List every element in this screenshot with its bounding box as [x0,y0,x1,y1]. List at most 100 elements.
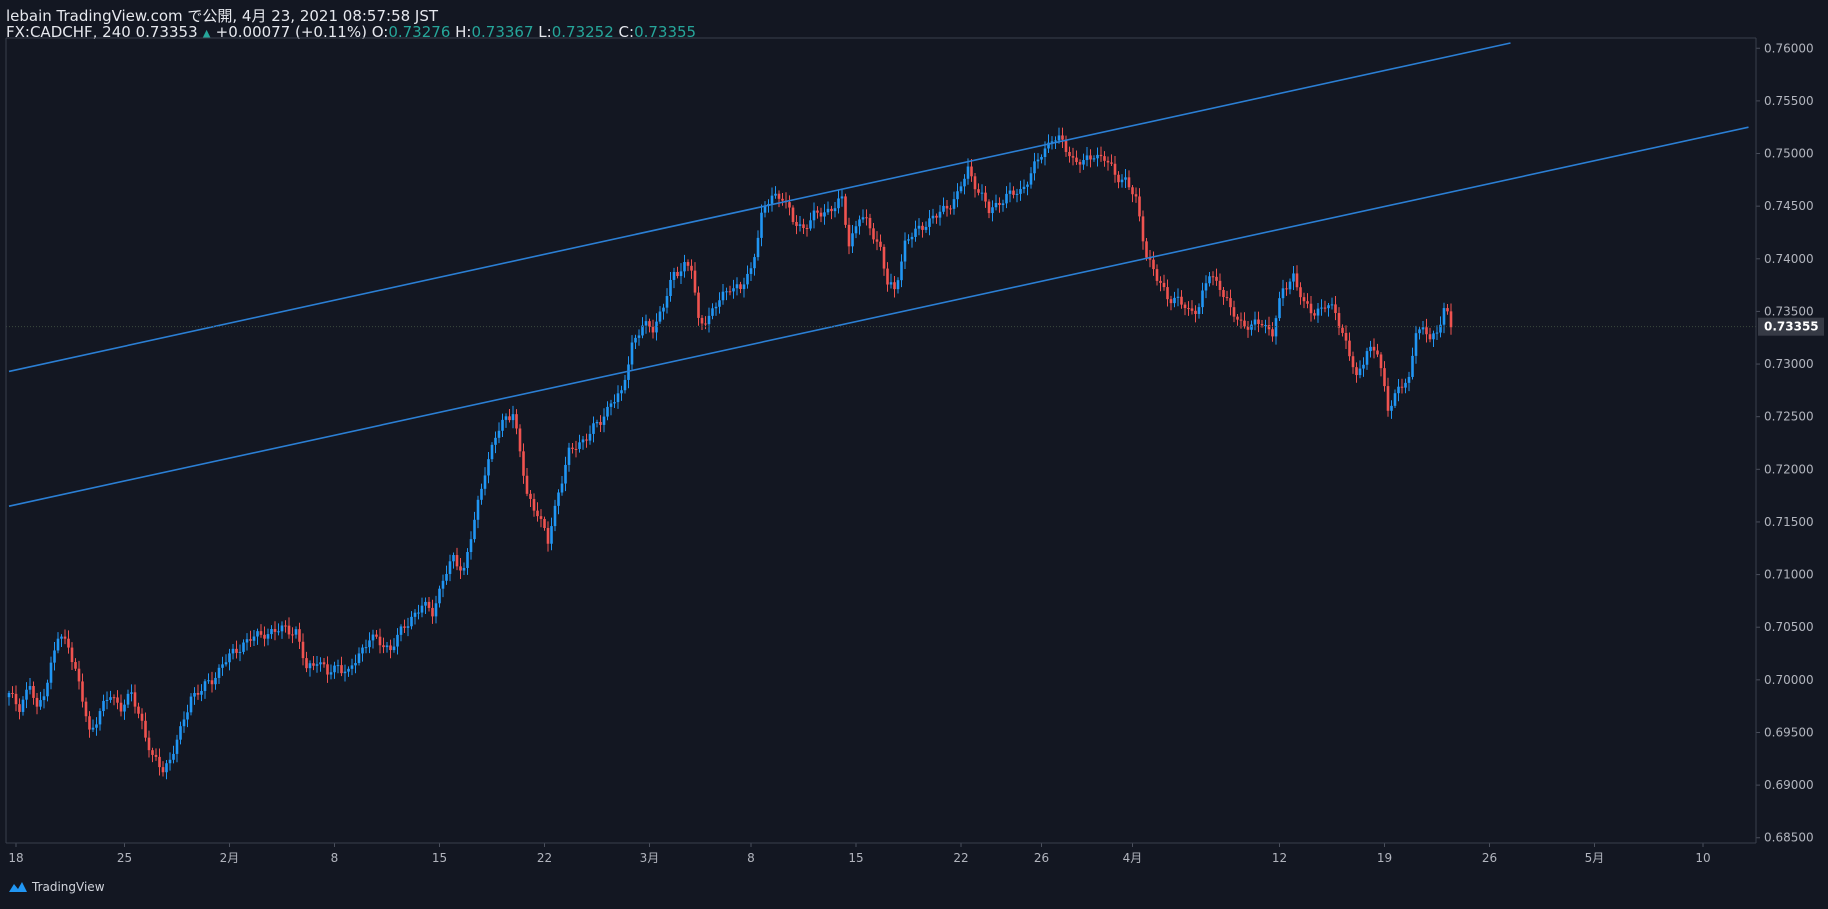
candle-body [700,317,704,324]
candle [952,191,956,215]
price-tick-label: 0.72000 [1764,462,1814,476]
candle [1348,332,1351,361]
candle [203,679,207,699]
candle [777,190,781,208]
candle-body [455,555,459,567]
candle [1236,313,1239,326]
time-axis[interactable]: 18 25 2月 8 15 22 3月 8 15 22 26 4月 12 19 26 5月 10 [8,843,1711,865]
upper-trendline[interactable] [8,42,1511,373]
candle-body [1211,276,1215,278]
candle [1393,389,1397,409]
candle-body [693,270,697,293]
candle-body [1099,154,1103,157]
candlestick-chart[interactable]: 0.76000 0.75500 0.75000 0.74500 0.74000 0.735… [0,0,1828,909]
price-tick-label: 0.69000 [1764,778,1814,792]
candle-body [301,641,305,659]
candle [396,628,399,655]
candle [14,685,18,712]
candle [431,599,434,624]
candle [602,408,606,433]
candle [389,639,392,659]
candle-body [112,697,116,699]
candle [1225,290,1229,301]
candle-body [1103,156,1106,161]
candle [329,664,333,680]
candle [627,356,630,389]
candle [644,314,648,334]
tradingview-logo[interactable]: TradingView [6,880,105,894]
candle-body [1404,382,1407,388]
candle-body [795,221,798,226]
candle [60,634,63,647]
candle-body [312,663,315,666]
candle [1113,156,1117,183]
candle-body [410,616,413,627]
candle [326,656,329,683]
candle [707,307,711,333]
candle-body [1201,290,1204,308]
candle-body [665,296,669,308]
candle-body [1344,332,1348,341]
candle-body [882,246,886,269]
candle-body [532,498,536,511]
candle-body [406,626,410,628]
candle [1246,321,1250,338]
candle-body [249,639,252,641]
candle [669,272,672,302]
candle-body [788,202,791,208]
candle-body [917,225,921,229]
candle-body [935,215,938,218]
price-axis[interactable]: 0.76000 0.75500 0.75000 0.74500 0.74000 0.735… [1756,41,1814,845]
candle [1110,154,1113,167]
candle [844,193,847,228]
candle [847,217,851,255]
candle [970,158,973,182]
candle-body [966,166,970,179]
candle [872,223,875,244]
candle [791,205,795,225]
candle-body [175,739,179,754]
candle [564,456,567,492]
candle-body [147,737,151,751]
candle [53,642,56,671]
candle-body [224,662,228,665]
candle [214,672,217,690]
candle-body [896,280,900,290]
candle-body [1285,288,1288,290]
candle-body [280,625,284,632]
candle-body [319,662,322,665]
candle [224,654,228,667]
candle [382,637,385,654]
candle [1428,327,1432,343]
candle [1288,278,1292,295]
candle [739,281,742,294]
candle-body [165,763,168,773]
trendlines[interactable] [8,42,1749,507]
time-tick-label: 4月 [1123,851,1143,865]
candle-body [1439,324,1442,333]
candle [861,209,865,223]
price-tick-label: 0.68500 [1764,831,1814,845]
candle [679,263,683,285]
candle-body [1320,307,1323,309]
candle-body [1169,299,1173,304]
candle [1117,171,1120,189]
time-tick-label: 22 [953,851,968,865]
candle [802,218,805,235]
candle [543,516,546,531]
candle-body [1036,159,1040,162]
candle-body [1257,319,1260,324]
candle [574,440,578,458]
lower-trendline[interactable] [8,126,1749,507]
candle-body [287,625,291,635]
candle [1316,302,1320,323]
candle [809,212,812,231]
candle [1082,153,1085,170]
candle [893,276,896,298]
candle-body [1341,327,1344,333]
candle [1068,146,1071,163]
candle-body [1190,308,1194,311]
candle [1064,135,1068,157]
candle [21,696,25,716]
candle-body [137,706,140,714]
